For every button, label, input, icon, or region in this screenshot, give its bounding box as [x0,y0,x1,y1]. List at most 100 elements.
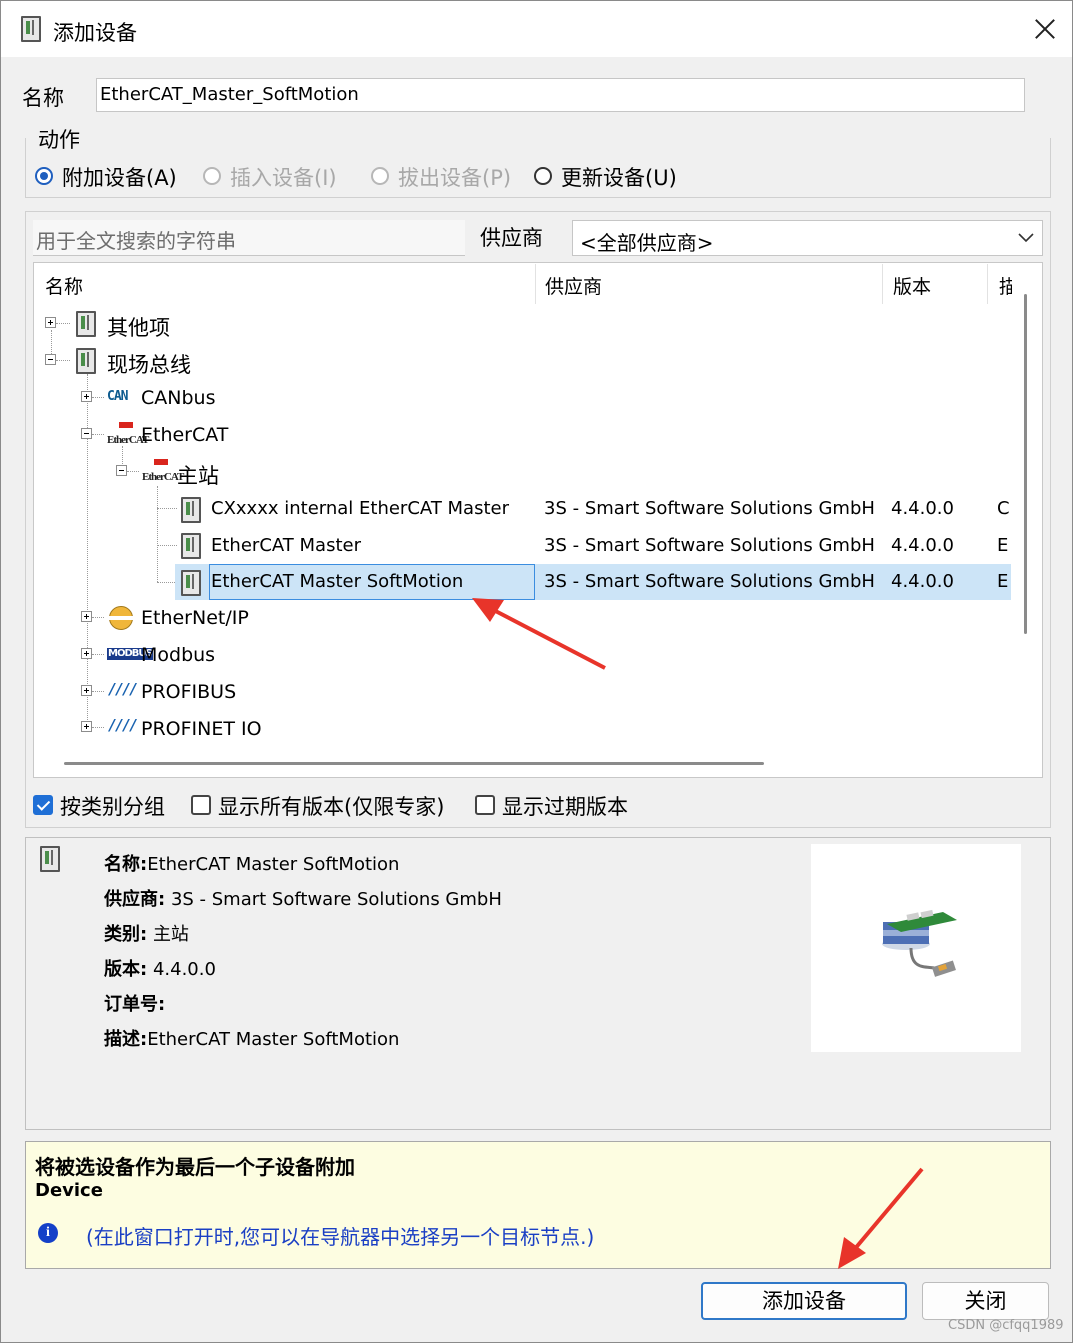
radio-update-label: 更新设备(U) [561,166,677,190]
hint-title: 将被选设备作为最后一个子设备附加 [35,1155,355,1179]
info-desc-value: EtherCAT Master SoftMotion [147,1029,400,1050]
tree-line [56,360,70,361]
device-folder-icon [76,311,96,337]
info-name-value: EtherCAT Master SoftMotion [147,854,400,875]
device-name: CXxxxx internal EtherCAT Master [211,498,510,519]
info-vendor-key: 供应商: [104,889,166,910]
column-separator[interactable] [535,264,536,304]
device-folder-icon [76,348,96,374]
profibus-icon: //// [108,680,138,698]
info-name: 名称:EtherCAT Master SoftMotion [104,850,399,876]
radio-plug-label: 拔出设备(P) [398,166,512,190]
tree-node-canbus[interactable]: CANbus [141,387,215,409]
horizontal-scrollbar[interactable] [64,762,764,765]
collapse-icon[interactable] [81,428,92,439]
tree-node-master[interactable]: 主站 [177,460,219,490]
ethercat-icon: EtherCAT [142,459,184,483]
device-icon [40,846,60,872]
device-description: E [997,571,1009,592]
group-by-category-checkbox[interactable] [33,795,53,815]
ethercat-icon-mark [119,422,133,428]
chevron-down-icon [1018,233,1034,243]
tree-line [92,397,104,398]
info-category-value: 主站 [152,924,189,945]
canbus-icon: CAN [107,389,129,404]
radio-append[interactable] [35,167,53,185]
annotation-arrow-icon [838,1167,924,1269]
ethercat-icon: EtherCAT [107,422,149,446]
hint-note: (在此窗口打开时,您可以在导航器中选择另一个目标节点.) [86,1225,595,1249]
tree-line [127,471,139,472]
close-icon[interactable] [1031,15,1059,43]
close-button[interactable]: 关闭 [922,1282,1049,1320]
info-version-key: 版本: [104,959,148,980]
expand-icon[interactable] [81,648,92,659]
info-version-value: 4.4.0.0 [152,959,216,980]
tree-line [92,654,104,655]
show-all-versions-label: 显示所有版本(仅限专家) [218,795,445,819]
ethercat-icon-mark [154,459,168,465]
tree-node-fieldbus[interactable]: 现场总线 [107,349,191,379]
radio-update[interactable] [534,167,552,185]
device-icon [21,16,41,42]
tree-line [157,486,158,582]
device-description: C [997,498,1010,519]
info-vendor: 供应商: 3S - Smart Software Solutions GmbH [104,885,502,911]
column-separator[interactable] [987,264,988,304]
expand-icon[interactable] [45,317,56,328]
annotation-arrow-icon [472,598,606,670]
tree-node-modbus[interactable]: Modbus [141,644,215,666]
watermark: CSDN @cfqq1989 [948,1318,1064,1333]
device-name-value: EtherCAT_Master_SoftMotion [100,84,359,105]
device-icon [181,533,201,559]
device-version: 4.4.0.0 [891,498,954,519]
info-version: 版本: 4.4.0.0 [104,955,216,981]
vendor-select[interactable]: <全部供应商> [572,220,1043,256]
expand-icon[interactable] [81,685,92,696]
collapse-icon[interactable] [116,465,127,476]
tree-node-ethernetip[interactable]: EtherNet/IP [141,607,249,629]
radio-plug [371,167,389,185]
device-version: 4.4.0.0 [891,535,954,556]
column-description[interactable]: 描 [999,272,1012,299]
add-device-button[interactable]: 添加设备 [701,1282,907,1320]
expand-icon[interactable] [81,391,92,402]
profinet-icon: //// [108,716,138,734]
network-card-icon [882,909,957,977]
info-order: 订单号: [104,990,165,1016]
device-vendor: 3S - Smart Software Solutions GmbH [544,535,875,556]
hint-target: Device [35,1180,103,1201]
tree-line [92,617,104,618]
collapse-icon[interactable] [45,354,56,365]
search-placeholder: 用于全文搜索的字符串 [36,229,236,253]
tree-line [157,508,177,509]
device-icon [181,570,201,596]
column-vendor[interactable]: 供应商 [545,272,602,299]
fulltext-search-input[interactable]: 用于全文搜索的字符串 [33,220,465,256]
column-name[interactable]: 名称 [45,272,83,299]
vendor-select-value: <全部供应商> [580,231,714,255]
vertical-scrollbar[interactable] [1024,294,1027,634]
show-outdated-checkbox[interactable] [475,795,495,815]
tree-node-profinet[interactable]: PROFINET IO [141,718,262,740]
device-description: E [997,535,1009,556]
column-separator[interactable] [882,264,883,304]
info-category: 类别: 主站 [104,920,189,946]
expand-icon[interactable] [81,721,92,732]
show-all-versions-checkbox[interactable] [191,795,211,815]
tree-node-ethercat[interactable]: EtherCAT [141,424,228,446]
tree-node-profibus[interactable]: PROFIBUS [141,681,236,703]
tree-line [87,374,88,726]
radio-append-label: 附加设备(A) [62,166,177,190]
info-order-key: 订单号: [104,994,166,1015]
tree-line [92,727,104,728]
tree-line [56,323,70,324]
info-desc-key: 描述: [104,1029,148,1050]
column-version[interactable]: 版本 [893,272,931,299]
ethernetip-icon [108,606,134,630]
device-name-input[interactable]: EtherCAT_Master_SoftMotion [96,78,1025,112]
device-name: EtherCAT Master [211,535,361,556]
group-by-category-label: 按类别分组 [60,795,165,819]
tree-node-other[interactable]: 其他项 [107,312,170,342]
expand-icon[interactable] [81,611,92,622]
